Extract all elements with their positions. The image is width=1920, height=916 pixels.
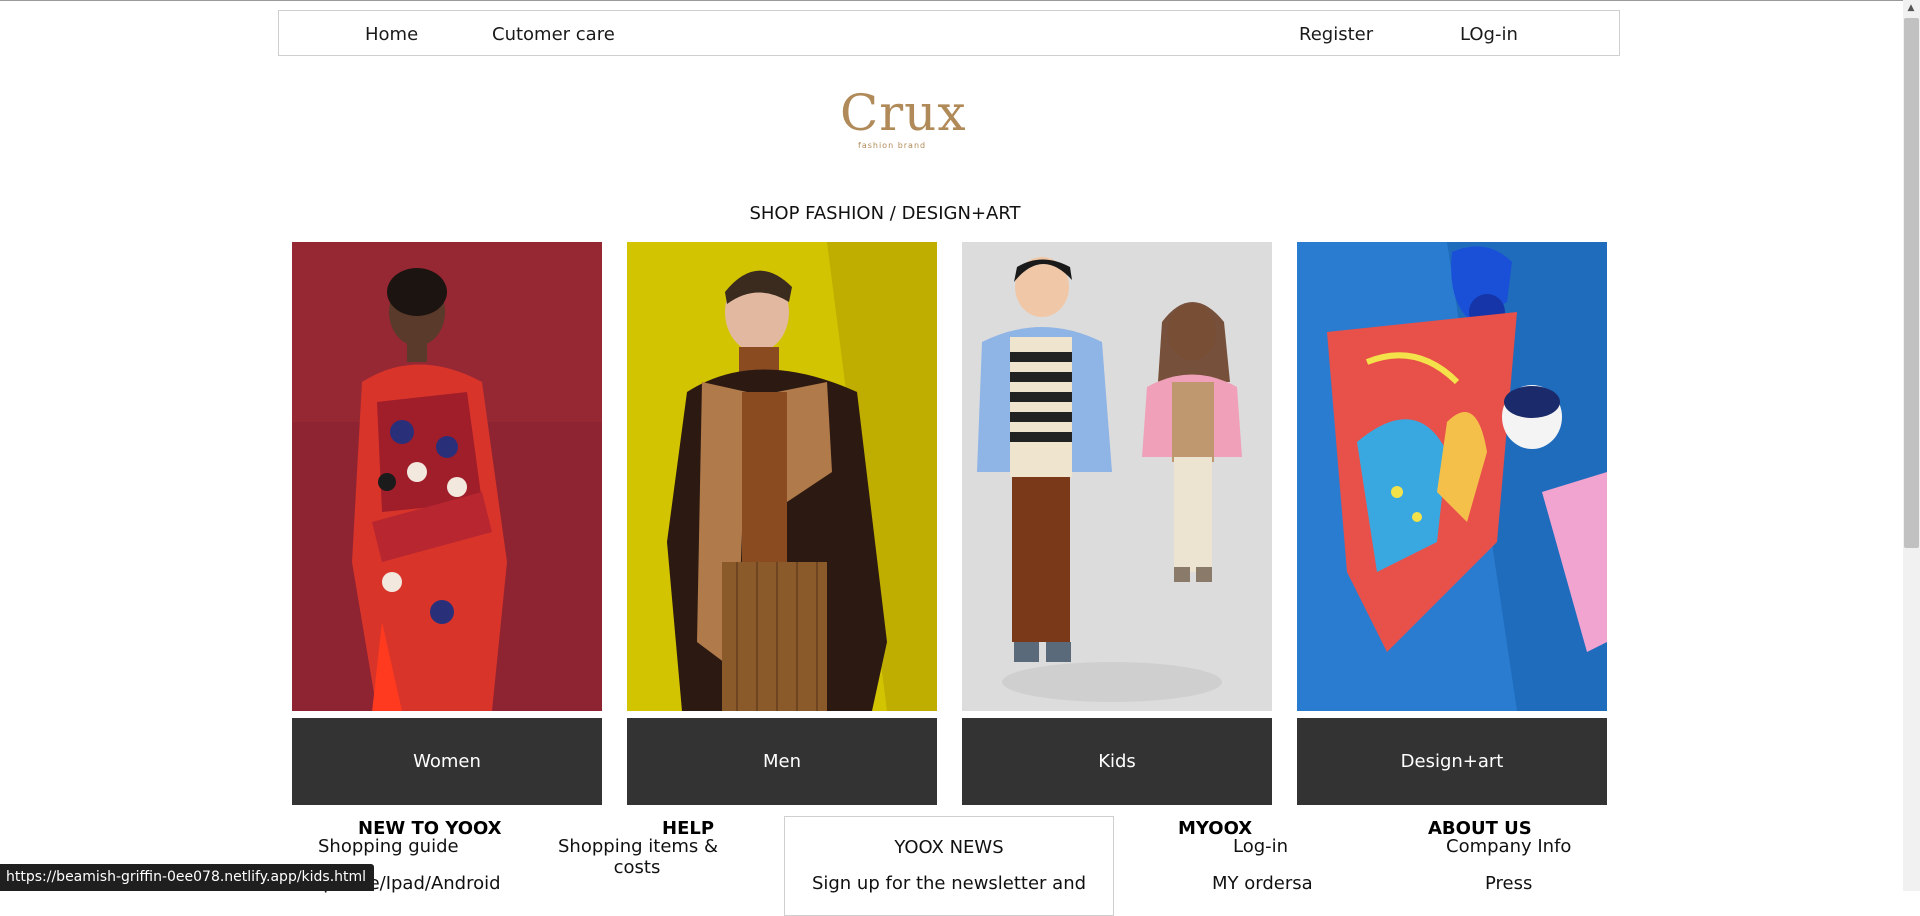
design-art-category-image[interactable] bbox=[1297, 242, 1607, 711]
scroll-up-arrow-icon[interactable]: ▲ bbox=[1906, 3, 1916, 13]
design-art-category-button[interactable]: Design+art bbox=[1297, 718, 1607, 805]
top-nav: Home Cutomer care Register LOg-in bbox=[278, 10, 1620, 56]
women-category-image[interactable] bbox=[292, 242, 602, 711]
window-top-border bbox=[0, 0, 1920, 1]
nav-login-link[interactable]: LOg-in bbox=[1460, 24, 1518, 45]
footer-link-login[interactable]: Log-in bbox=[1233, 836, 1288, 857]
men-category-image[interactable] bbox=[627, 242, 937, 711]
kids-category-image[interactable] bbox=[962, 242, 1272, 711]
brand-logo-wordmark: Crux bbox=[840, 84, 967, 142]
kids-category-button[interactable]: Kids bbox=[962, 718, 1272, 805]
scrollbar-thumb[interactable] bbox=[1904, 18, 1919, 548]
footer-link-shopping-items-line2[interactable]: costs bbox=[558, 857, 716, 878]
brand-logo[interactable]: Crux fashion brand bbox=[836, 84, 966, 156]
status-bar-url: https://beamish-griffin-0ee078.netlify.a… bbox=[0, 864, 375, 891]
footer-link-company-info[interactable]: Company Info bbox=[1446, 836, 1571, 857]
category-card-women: Women bbox=[292, 242, 602, 805]
brand-logo-tagline: fashion brand bbox=[858, 141, 927, 150]
category-card-men: Men bbox=[627, 242, 937, 805]
nav-home-link[interactable]: Home bbox=[365, 24, 418, 45]
footer-link-shopping-items-line1[interactable]: Shopping items & bbox=[558, 836, 718, 857]
section-title: SHOP FASHION / DESIGN+ART bbox=[749, 203, 1021, 224]
footer-link-shopping-guide[interactable]: Shopping guide bbox=[318, 836, 459, 857]
category-card-design-art: Design+art bbox=[1297, 242, 1607, 805]
newsletter-title: YOOX NEWS bbox=[894, 837, 1004, 858]
category-card-kids: Kids bbox=[962, 242, 1272, 805]
newsletter-box: YOOX NEWS Sign up for the newsletter and bbox=[784, 816, 1114, 916]
women-category-button[interactable]: Women bbox=[292, 718, 602, 805]
nav-customer-care-link[interactable]: Cutomer care bbox=[492, 24, 615, 45]
men-category-button[interactable]: Men bbox=[627, 718, 937, 805]
nav-register-link[interactable]: Register bbox=[1299, 24, 1373, 45]
